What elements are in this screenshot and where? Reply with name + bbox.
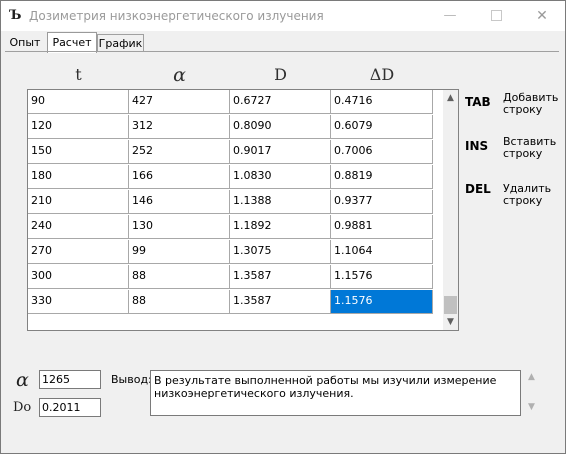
chevron-up-icon[interactable]: ▲ [443,90,458,106]
table-cell[interactable]: 330 [28,290,129,314]
window-title: Дозиметрия низкоэнергетического излучени… [29,9,324,23]
data-grid[interactable]: 330 88 1.3587 1.1576 300 88 1.3587 1.1576 270 99 1… [27,89,459,331]
column-header-delta-d: ΔD [369,65,395,84]
table-cell[interactable]: 146 [129,190,230,214]
main-window: Ъ Дозиметрия низкоэнергетического излуче… [0,0,566,454]
table-cell[interactable]: 1.0830 [230,165,331,189]
table-cell[interactable]: 88 [129,265,230,289]
title-bar[interactable]: Ъ Дозиметрия низкоэнергетического излуче… [1,1,565,31]
column-header-alpha: α [173,64,186,86]
table-cell[interactable]: 240 [28,215,129,239]
scrollbar-thumb[interactable] [444,296,457,314]
table-row[interactable]: 120 312 0.8090 0.6079 [28,115,443,140]
table-cell[interactable]: 130 [129,215,230,239]
table-cell[interactable]: 180 [28,165,129,189]
chevron-down-icon[interactable]: ▼ [443,314,458,330]
table-cell[interactable]: 1.1064 [331,240,433,264]
alpha-symbol: α [16,369,29,391]
table-row[interactable]: 330 88 1.3587 1.1576 [28,290,443,315]
table-cell[interactable]: 252 [129,140,230,164]
tab-raschet[interactable]: Расчет [47,32,97,53]
table-cell[interactable]: 1.1576 [331,265,433,289]
table-cell[interactable]: 210 [28,190,129,214]
table-cell[interactable]: 427 [129,90,230,114]
key-ins: INS [465,139,489,153]
table-cell[interactable]: 1.3075 [230,240,331,264]
table-cell[interactable]: 0.8819 [331,165,433,189]
table-cell[interactable]: 0.6727 [230,90,331,114]
conclusion-label: Вывод: [111,373,152,386]
table-cell[interactable]: 1.1576 [331,290,433,314]
table-cell[interactable]: 0.7006 [331,140,433,164]
table-row[interactable]: 150 252 0.9017 0.7006 [28,140,443,165]
table-cell[interactable]: 99 [129,240,230,264]
tab-grafik[interactable]: График [97,34,144,52]
key-del: DEL [465,182,491,196]
alpha-input[interactable]: 1265 [39,370,101,389]
table-cell[interactable]: 0.8090 [230,115,331,139]
minimize-button[interactable]: — [427,1,473,31]
table-row[interactable]: 180 166 1.0830 0.8819 [28,165,443,190]
table-cell[interactable]: 0.9017 [230,140,331,164]
memo-scrollbar[interactable]: ▲ ▼ [523,370,540,418]
conclusion-memo[interactable]: В результате выполненной работы мы изучи… [150,370,521,416]
tab-opyt[interactable]: Опыт [5,34,45,51]
close-button[interactable]: ✕ [519,1,565,31]
table-row[interactable]: 210 146 1.1388 0.9377 [28,190,443,215]
table-cell[interactable]: 1.3587 [230,290,331,314]
table-cell[interactable]: 88 [129,290,230,314]
table-cell[interactable]: 270 [28,240,129,264]
table-cell[interactable]: 1.3587 [230,265,331,289]
maximize-icon [490,10,502,21]
table-cell[interactable]: 90 [28,90,129,114]
maximize-button[interactable] [473,1,519,31]
key-del-description: Удалить строку [503,182,552,207]
table-row[interactable]: 300 88 1.3587 1.1576 [28,265,443,290]
table-row[interactable]: 270 99 1.3075 1.1064 [28,240,443,265]
table-row[interactable]: 90 427 0.6727 0.4716 [28,90,443,115]
table-cell[interactable]: 120 [28,115,129,139]
table-cell[interactable]: 150 [28,140,129,164]
table-cell[interactable]: 0.9377 [331,190,433,214]
column-header-t: t [75,65,82,84]
table-cell[interactable]: 0.9881 [331,215,433,239]
key-tab: TAB [465,95,491,109]
table-cell[interactable]: 1.1892 [230,215,331,239]
column-header-d: D [274,65,287,84]
tab-divider [5,51,559,52]
do-input[interactable]: 0.2011 [39,398,101,417]
key-tab-description: Добавить строку [503,91,559,116]
table-cell[interactable]: 166 [129,165,230,189]
app-icon: Ъ [9,8,22,23]
grid-vertical-scrollbar[interactable]: ▲ ▼ [443,90,458,330]
table-row[interactable]: 240 130 1.1892 0.9881 [28,215,443,240]
table-cell[interactable]: 300 [28,265,129,289]
key-ins-description: Вставить строку [503,135,557,160]
memo-scroll-down-icon[interactable]: ▼ [523,402,540,418]
table-cell[interactable]: 0.4716 [331,90,433,114]
memo-scroll-up-icon[interactable]: ▲ [523,372,540,388]
do-symbol: Do [13,400,32,415]
table-cell[interactable]: 1.1388 [230,190,331,214]
table-cell[interactable]: 0.6079 [331,115,433,139]
table-cell[interactable]: 312 [129,115,230,139]
